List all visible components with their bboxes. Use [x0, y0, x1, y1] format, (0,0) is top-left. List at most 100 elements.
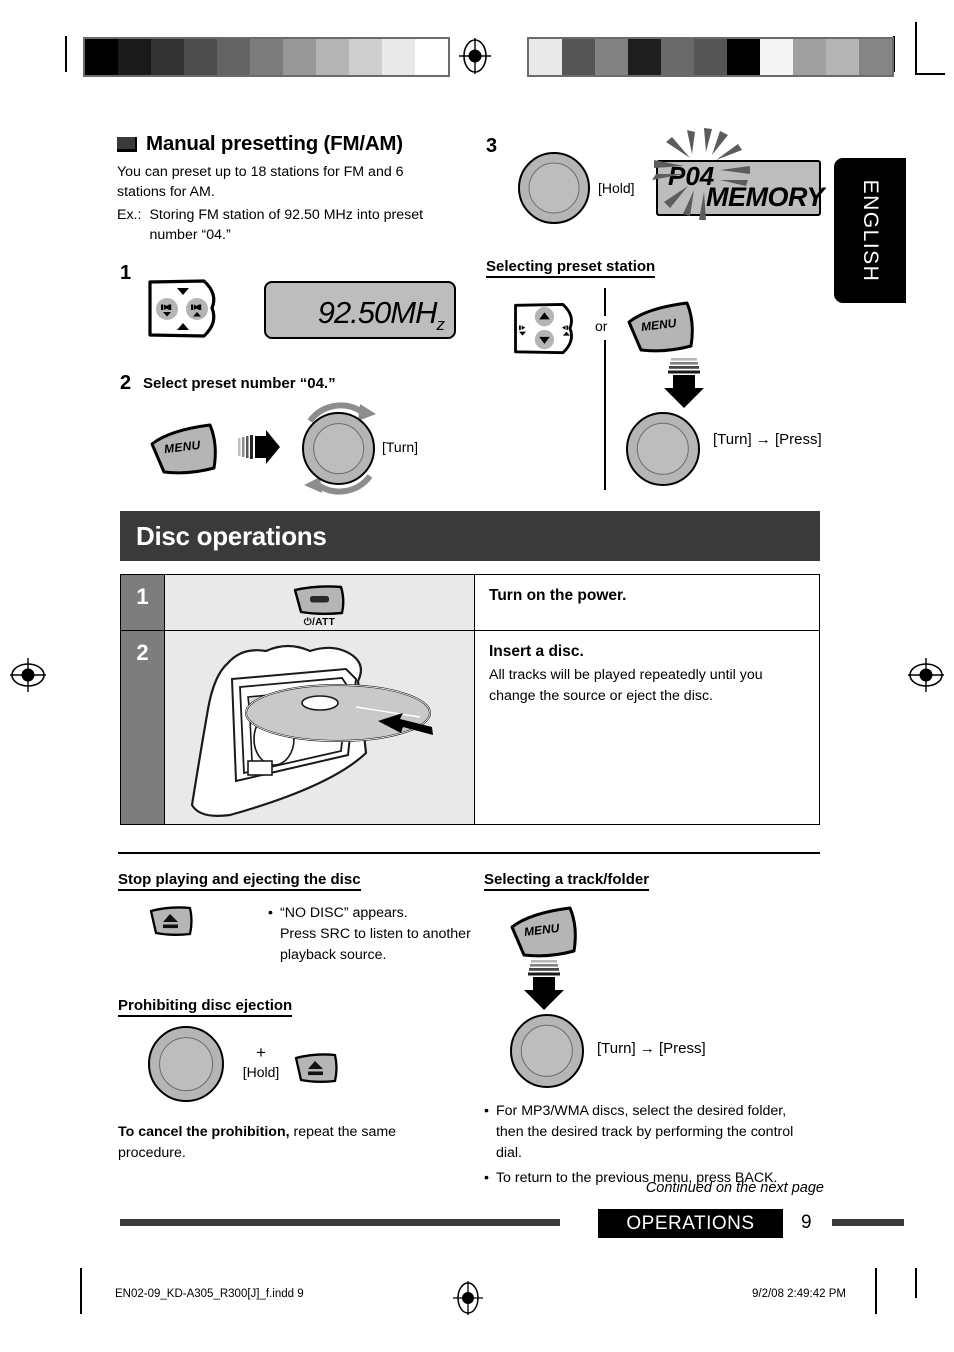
registration-mark-bottom [453, 1281, 483, 1315]
row-body-2: All tracks will be played repeatedly unt… [489, 667, 763, 704]
or-divider-top [604, 288, 606, 316]
updown-rocker-key-icon[interactable] [146, 278, 228, 340]
registration-mark-left [10, 658, 46, 692]
imprint-datetime: 9/2/08 2:49:42 PM [752, 1288, 846, 1300]
imprint-file: EN02-09_KD-A305_R300[J]_f.indd 9 [115, 1288, 304, 1300]
disc-operations-table: 1 ⏻/ATT Turn on the power. 2 Insert a di… [120, 574, 820, 825]
eject-button-icon[interactable] [148, 903, 196, 937]
color-swatch-3 [628, 39, 661, 75]
crop-mark-br-v [875, 1268, 877, 1314]
preset-turn-press-label: [Turn] → [Press] [713, 431, 822, 448]
or-label: or [595, 318, 608, 334]
row-icon-2 [164, 630, 475, 825]
color-calibration-bar-left [83, 37, 450, 77]
disc-insert-illustration-icon [190, 644, 433, 817]
language-tab-english: ENGLISH [834, 158, 906, 303]
table-row: 2 Insert a disc. All tracks will be play… [120, 630, 820, 825]
lcd-frequency-value: 92.50MHz [317, 294, 445, 334]
color-swatch-0 [85, 39, 118, 75]
control-dial-hold[interactable] [518, 152, 590, 224]
manual-page: ENGLISH Manual presetting (FM/AM) You ca… [0, 0, 954, 1352]
footer-rule-right [832, 1219, 904, 1226]
row-text-2: Insert a disc. All tracks will be played… [474, 630, 820, 825]
lcd-frequency-display: 92.50MHz [264, 281, 456, 339]
registration-mark-right [908, 658, 944, 692]
color-swatch-10 [415, 39, 448, 75]
step-2-number: 2 [120, 372, 132, 394]
crop-mark-bl-v [80, 1268, 82, 1314]
select-track-heading-wrap: Selecting a track/folder [484, 871, 650, 891]
color-swatch-10 [859, 39, 892, 75]
crop-mark-tr-corner-h [915, 73, 945, 75]
step-2-turn-label: [Turn] [382, 439, 419, 455]
square-bullet-icon [117, 136, 137, 152]
footer-rule-left [120, 1219, 560, 1226]
or-divider-bottom [604, 340, 606, 490]
stop-eject-bullet-3: playback source. [279, 947, 387, 964]
control-dial-track[interactable] [510, 1014, 584, 1088]
color-swatch-3 [184, 39, 217, 75]
prohibit-cancel-bold: To cancel the prohibition, [118, 1124, 290, 1140]
color-swatch-2 [151, 39, 184, 75]
disc-operations-band: Disc operations [120, 511, 820, 561]
color-swatch-7 [760, 39, 793, 75]
prohibit-cancel-text: To cancel the prohibition, repeat the sa… [118, 1122, 418, 1163]
lcd-memory-display: P04 MEMORY [656, 160, 825, 216]
down-arrow-icon-preset [664, 358, 704, 408]
color-swatch-7 [316, 39, 349, 75]
down-arrow-icon-track [524, 960, 564, 1010]
bullet-dot-icon: • [268, 905, 273, 921]
section-divider [118, 852, 820, 854]
row-number-2: 2 [120, 630, 165, 825]
prohibit-heading: Prohibiting disc ejection [118, 997, 293, 1017]
color-swatch-6 [727, 39, 760, 75]
color-swatch-5 [694, 39, 727, 75]
manual-presetting-heading: Manual presetting (FM/AM) [117, 132, 452, 156]
control-dial-preset[interactable] [626, 412, 700, 486]
step-1-number: 1 [120, 262, 132, 284]
row-title-1: Turn on the power. [489, 587, 627, 604]
step-3-number: 3 [486, 135, 498, 157]
color-swatch-2 [595, 39, 628, 75]
striped-arrow-right-icon [238, 430, 280, 464]
color-swatch-1 [118, 39, 151, 75]
color-swatch-5 [250, 39, 283, 75]
footer-section-chip: OPERATIONS [598, 1209, 783, 1238]
lcd-memory-text: MEMORY [706, 182, 825, 212]
language-tab-label: ENGLISH [859, 179, 882, 282]
step-2-title: Select preset number “04.” [143, 375, 336, 392]
color-swatch-1 [562, 39, 595, 75]
stop-eject-heading: Stop playing and ejecting the disc [118, 871, 361, 891]
eject-button-icon-prohibit[interactable] [293, 1050, 341, 1084]
control-dial[interactable] [302, 412, 375, 485]
disc-operations-title: Disc operations [136, 520, 327, 551]
stop-eject-bullets: • “NO DISC” appears. Press SRC to listen… [268, 902, 478, 966]
bullet-dot-icon: • [484, 1170, 489, 1187]
prohibit-hold-label: [Hold] [242, 1063, 280, 1080]
list-item: • For MP3/WMA discs, select the desired … [484, 1101, 814, 1164]
row-title-2: Insert a disc. [489, 643, 584, 660]
footer-page-number: 9 [801, 1212, 812, 1233]
manual-presetting-section: Manual presetting (FM/AM) You can preset… [117, 132, 452, 246]
continued-note: Continued on the next page [645, 1180, 824, 1196]
color-swatch-8 [349, 39, 382, 75]
color-calibration-bar-right [527, 37, 894, 77]
crop-mark-br-corner-v [915, 1268, 917, 1298]
crop-mark-tl-v [65, 36, 67, 72]
bullet-dot-icon: • [484, 1103, 489, 1119]
plus-symbol: + [256, 1043, 266, 1062]
step-3-hold-label: [Hold] [598, 180, 635, 196]
color-swatch-4 [661, 39, 694, 75]
prohibit-plus-hold: + [Hold] [238, 1043, 284, 1080]
control-dial-prohibit[interactable] [148, 1026, 224, 1102]
crop-mark-tr-corner-v [915, 22, 917, 74]
selecting-preset-station-heading-wrap: Selecting preset station [486, 258, 656, 278]
registration-mark-top [459, 38, 491, 74]
updown-rocker-key-icon-preset[interactable] [512, 298, 584, 360]
power-att-button-icon[interactable] [291, 582, 349, 616]
row-icon-1: ⏻/ATT [164, 574, 475, 631]
example-text: Storing FM station of 92.50 MHz into pre… [149, 207, 424, 244]
manual-presetting-example: Ex.: Storing FM station of 92.50 MHz int… [117, 205, 452, 245]
color-swatch-9 [382, 39, 415, 75]
manual-presetting-intro: You can preset up to 18 stations for FM … [117, 164, 404, 201]
